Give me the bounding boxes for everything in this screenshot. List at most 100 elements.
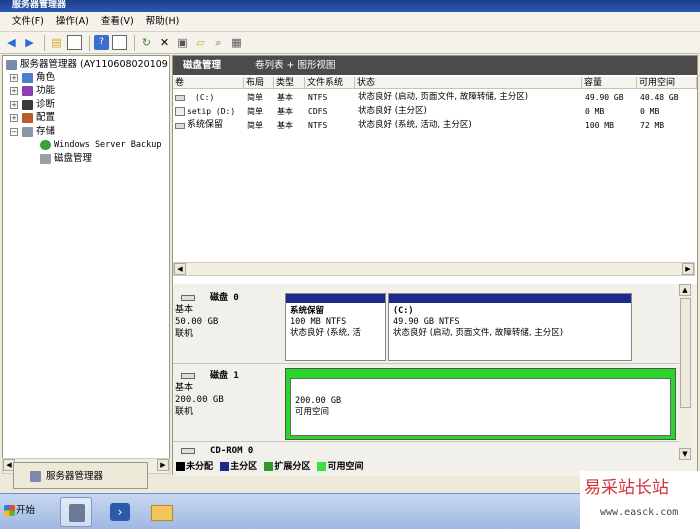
tree-item-features[interactable]: 功能 bbox=[22, 84, 55, 97]
forward-arrow-icon[interactable]: ▶ bbox=[22, 35, 37, 50]
taskbar-explorer[interactable] bbox=[146, 497, 178, 527]
volume-filesystem: NTFS bbox=[308, 93, 328, 102]
taskbar-preview-popup[interactable]: 服务器管理器 bbox=[13, 462, 148, 489]
tree-item-disk-management[interactable]: 磁盘管理 bbox=[40, 152, 92, 165]
expand-icon[interactable]: + bbox=[10, 87, 18, 95]
volume-icon bbox=[175, 123, 185, 129]
show-tree-icon[interactable] bbox=[67, 35, 82, 50]
scroll-thumb[interactable] bbox=[680, 298, 691, 408]
expand-icon[interactable]: + bbox=[10, 74, 18, 82]
storage-icon bbox=[22, 126, 33, 137]
partition-free-space[interactable]: 200.00 GB 可用空间 bbox=[285, 368, 676, 440]
taskbar-powershell[interactable]: › bbox=[104, 497, 136, 527]
column-status[interactable]: 状态 bbox=[355, 77, 582, 89]
scroll-up-icon[interactable]: ▲ bbox=[679, 284, 691, 296]
volume-list-horizontal-scrollbar[interactable]: ◀ ▶ bbox=[173, 262, 695, 276]
legend-label: 未分配 bbox=[186, 462, 214, 472]
graph-vertical-scrollbar[interactable]: ▲ ▼ bbox=[679, 284, 693, 460]
legend-label: 主分区 bbox=[230, 462, 258, 472]
disk-state: 联机 bbox=[175, 407, 194, 417]
partition-system-reserved[interactable]: 系统保留 100 MB NTFS 状态良好 (系统, 活 bbox=[285, 293, 386, 361]
column-free-space[interactable]: 可用空间 bbox=[637, 77, 697, 89]
disk-icon bbox=[181, 373, 195, 379]
tree-item-label: 存储 bbox=[36, 126, 56, 137]
menu-view[interactable]: 查看(V) bbox=[95, 12, 140, 32]
search-icon[interactable]: ⌕ bbox=[211, 35, 226, 50]
volume-layout: 简单 bbox=[247, 93, 263, 102]
tree-item-storage[interactable]: 存储 bbox=[22, 125, 55, 138]
disk-0[interactable]: 磁盘 0 基本 50.00 GB 联机 系统保留 100 MB NTFS 状态良… bbox=[173, 286, 679, 364]
properties-view-icon[interactable] bbox=[112, 35, 127, 50]
partition-status: 状态良好 (启动, 页面文件, 故障转储, 主分区) bbox=[393, 328, 564, 338]
primary-partition-bar bbox=[389, 294, 631, 303]
column-type[interactable]: 类型 bbox=[274, 77, 305, 89]
volume-icon bbox=[175, 95, 185, 101]
volume-type: 基本 bbox=[277, 121, 293, 130]
open-folder-icon[interactable]: ▱ bbox=[193, 35, 208, 50]
tree-item-roles[interactable]: 角色 bbox=[22, 71, 55, 84]
scroll-right-icon[interactable]: ▶ bbox=[157, 459, 169, 471]
volume-free: 40.48 GB bbox=[640, 93, 679, 102]
column-capacity[interactable]: 容量 bbox=[582, 77, 637, 89]
scroll-right-icon[interactable]: ▶ bbox=[682, 263, 694, 275]
properties-icon[interactable]: ▣ bbox=[175, 35, 190, 50]
volume-row[interactable]: (C:) 简单 基本 NTFS 状态良好 (启动, 页面文件, 故障转储, 主分… bbox=[173, 91, 693, 104]
tree-root[interactable]: 服务器管理器 (AY110608020109 bbox=[6, 58, 168, 71]
back-arrow-icon[interactable]: ◀ bbox=[4, 35, 19, 50]
up-folder-icon[interactable]: ▤ bbox=[49, 35, 64, 50]
disk-1[interactable]: 磁盘 1 基本 200.00 GB 联机 200.00 GB 可用空间 bbox=[173, 368, 679, 442]
tree-root-label: 服务器管理器 (AY110608020109 bbox=[20, 59, 168, 70]
tree-item-configuration[interactable]: 配置 bbox=[22, 111, 55, 124]
partition-info: 系统保留 100 MB NTFS 状态良好 (系统, 活 bbox=[290, 306, 361, 339]
tree-item-windows-server-backup[interactable]: Windows Server Backup bbox=[40, 139, 161, 152]
tree-item-label: 诊断 bbox=[36, 99, 56, 110]
cd-drive-icon bbox=[175, 107, 185, 116]
disk-0-label: 磁盘 0 基本 50.00 GB 联机 bbox=[175, 292, 283, 340]
legend-swatch-extended bbox=[264, 462, 274, 471]
refresh-icon[interactable]: ↻ bbox=[139, 35, 154, 50]
menu-file[interactable]: 文件(F) bbox=[6, 12, 50, 32]
disk-management-panel: 磁盘管理 卷列表 + 图形视图 卷 布局 类型 文件系统 状态 容量 可用空间 … bbox=[172, 55, 698, 476]
windows-logo-icon bbox=[4, 505, 15, 516]
backup-icon bbox=[40, 139, 51, 150]
scroll-left-icon[interactable]: ◀ bbox=[174, 263, 186, 275]
partition-name: (C:) bbox=[393, 306, 414, 316]
cdrom-0-label[interactable]: CD-ROM 0 bbox=[175, 445, 283, 457]
volume-free: 72 MB bbox=[640, 121, 665, 130]
help-icon[interactable]: ? bbox=[94, 35, 109, 50]
roles-icon bbox=[22, 72, 33, 83]
taskbar-server-manager[interactable] bbox=[60, 497, 92, 527]
partition-c[interactable]: (C:) 49.90 GB NTFS 状态良好 (启动, 页面文件, 故障转储,… bbox=[388, 293, 632, 361]
column-layout[interactable]: 布局 bbox=[244, 77, 274, 89]
tree-item-label: 角色 bbox=[36, 72, 56, 83]
scroll-down-icon[interactable]: ▼ bbox=[679, 448, 691, 460]
column-filesystem[interactable]: 文件系统 bbox=[305, 77, 355, 89]
server-manager-icon bbox=[30, 471, 41, 482]
start-button[interactable]: 开始 bbox=[2, 500, 46, 522]
legend-swatch-free bbox=[317, 462, 327, 471]
volume-free: 0 MB bbox=[640, 107, 660, 116]
tree-item-label: Windows Server Backup bbox=[54, 140, 162, 150]
menu-action[interactable]: 操作(A) bbox=[50, 12, 95, 32]
delete-icon[interactable]: ✕ bbox=[157, 35, 172, 50]
powershell-icon: › bbox=[110, 503, 130, 521]
legend-label: 可用空间 bbox=[327, 462, 364, 472]
menu-help[interactable]: 帮助(H) bbox=[140, 12, 186, 32]
volume-capacity: 49.90 GB bbox=[585, 93, 624, 102]
expand-icon[interactable]: + bbox=[10, 114, 18, 122]
toolbar: ◀ ▶ ▤ ? ↻ ✕ ▣ ▱ ⌕ ▦ bbox=[0, 32, 700, 54]
disk-management-icon bbox=[40, 153, 51, 164]
volume-row[interactable]: 系统保留 简单 基本 NTFS 状态良好 (系统, 活动, 主分区) 100 M… bbox=[173, 119, 693, 132]
disk-icon[interactable]: ▦ bbox=[229, 35, 244, 50]
legend-swatch-unallocated bbox=[176, 462, 185, 471]
expand-icon[interactable]: + bbox=[10, 101, 18, 109]
collapse-icon[interactable]: − bbox=[10, 128, 18, 136]
volume-filesystem: NTFS bbox=[308, 121, 328, 130]
toolbar-separator bbox=[134, 34, 135, 51]
partition-info: (C:) 49.90 GB NTFS 状态良好 (启动, 页面文件, 故障转储,… bbox=[393, 306, 563, 339]
tree-item-diagnostics[interactable]: 诊断 bbox=[22, 98, 55, 111]
disk-state: 联机 bbox=[175, 329, 194, 339]
volume-row[interactable]: setip (D:) 简单 基本 CDFS 状态良好 (主分区) 0 MB 0 … bbox=[173, 105, 693, 118]
column-volume[interactable]: 卷 bbox=[173, 77, 244, 89]
volume-list-header: 卷 布局 类型 文件系统 状态 容量 可用空间 bbox=[173, 77, 697, 89]
